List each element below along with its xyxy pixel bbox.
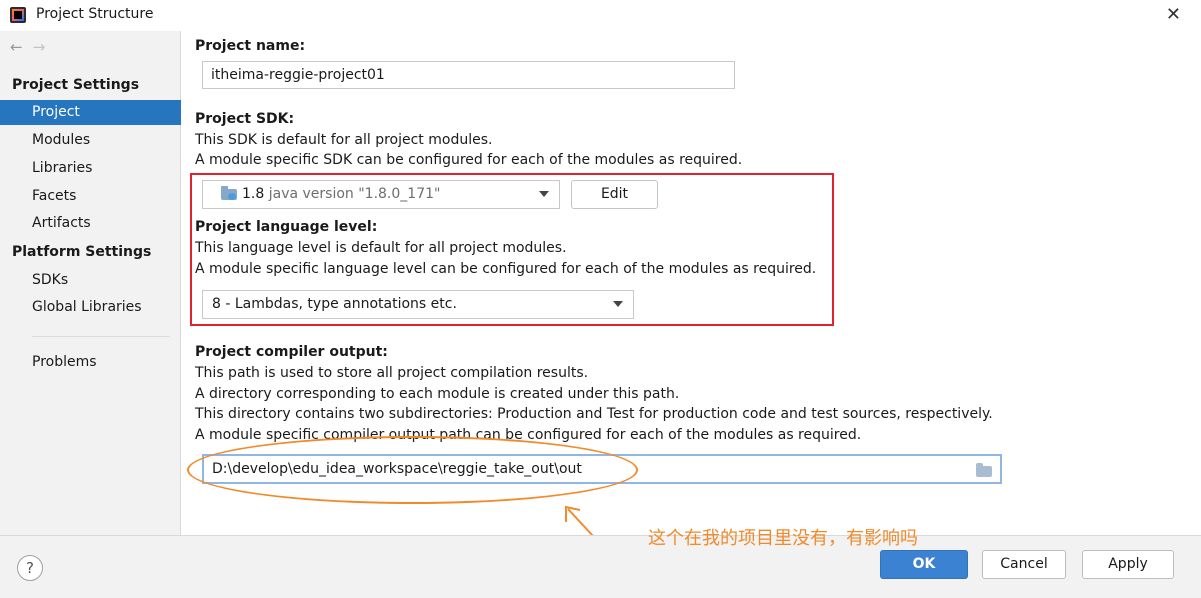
ok-button[interactable]: OK	[880, 550, 968, 579]
dialog-footer: ? OK Cancel Apply	[0, 535, 1201, 598]
annotation-text: 这个在我的项目里没有，有影响吗	[648, 528, 918, 549]
cancel-button[interactable]: Cancel	[982, 550, 1066, 579]
annotation-arrow-icon	[565, 505, 633, 579]
help-button[interactable]: ?	[17, 555, 43, 581]
apply-button[interactable]: Apply	[1082, 550, 1174, 579]
